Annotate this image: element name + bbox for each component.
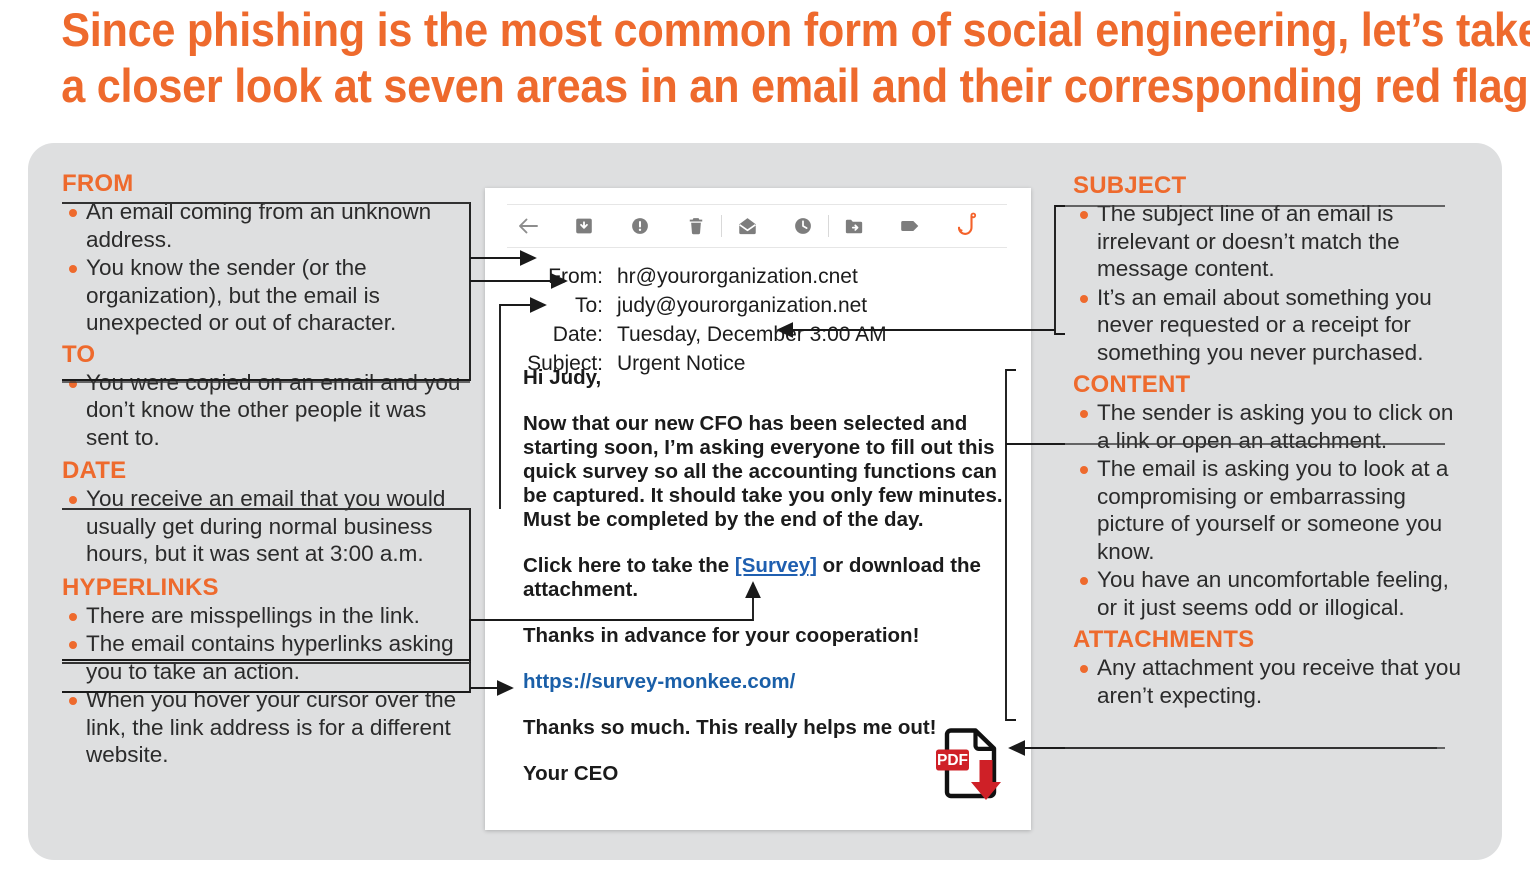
email-header-date: Date: Tuesday, December 3:00 AM: [521, 320, 1021, 349]
bullet-list-attachments: Any attachment you receive that you aren…: [1073, 654, 1465, 709]
cta-text-before: Click here to take the: [523, 554, 735, 577]
pdf-download-icon[interactable]: PDF: [934, 728, 1006, 803]
section-from: FROM An email coming from an unknown add…: [62, 170, 462, 337]
bullet-list-subject: The subject line of an email is irreleva…: [1073, 200, 1465, 366]
email-toolbar: [507, 204, 1007, 248]
list-item: The sender is asking you to click on a l…: [1073, 399, 1465, 454]
date-label: Date:: [552, 323, 603, 346]
section-heading-hyperlinks: HYPERLINKS: [62, 573, 219, 601]
bullet-list-hyperlinks: There are misspellings in the link. The …: [62, 602, 462, 769]
survey-link[interactable]: [Survey]: [735, 554, 817, 577]
section-subject: SUBJECT The subject line of an email is …: [1073, 172, 1465, 366]
to-value: judy@yourorganization.net: [617, 294, 868, 317]
delete-icon[interactable]: [675, 205, 717, 247]
right-callout-column: SUBJECT The subject line of an email is …: [1073, 172, 1465, 709]
title-line-1: Since phishing is the most common form o…: [61, 3, 1530, 56]
email-url-link-paragraph: https://survey-monkee.com/: [523, 670, 1005, 694]
list-item: There are misspellings in the link.: [62, 602, 462, 630]
report-spam-icon[interactable]: [619, 205, 661, 247]
list-item: It’s an email about something you never …: [1073, 284, 1465, 367]
bullet-list-from: An email coming from an unknown address.…: [62, 198, 462, 337]
list-item: The email is asking you to look at a com…: [1073, 455, 1465, 565]
section-to: TO You were copied on an email and you d…: [62, 341, 462, 452]
label-tag-icon[interactable]: [889, 205, 931, 247]
list-item: You were copied on an email and you don’…: [62, 369, 462, 452]
email-paragraph-1: Now that our new CFO has been selected a…: [523, 412, 1003, 531]
list-item: An email coming from an unknown address.: [62, 198, 462, 253]
title-line-2: a closer look at seven areas in an email…: [61, 59, 1530, 112]
email-header-to: To: judy@yourorganization.net: [521, 291, 1021, 320]
list-item: Any attachment you receive that you aren…: [1073, 654, 1465, 709]
email-signature: Your CEO: [523, 762, 619, 785]
from-label: From:: [548, 265, 603, 288]
email-client-mockup: From: hr@yourorganization.cnet To: judy@…: [485, 188, 1031, 830]
back-arrow-icon[interactable]: [507, 205, 549, 247]
toolbar-separator: [721, 215, 722, 237]
list-item: The subject line of an email is irreleva…: [1073, 200, 1465, 283]
email-body: Hi Judy, Now that our new CFO has been s…: [523, 366, 1005, 808]
pdf-badge-label: PDF: [937, 752, 968, 769]
email-thanks-2: Thanks so much. This really helps me out…: [523, 716, 937, 739]
section-date: DATE You receive an email that you would…: [62, 457, 462, 568]
section-heading-subject: SUBJECT: [1073, 172, 1187, 199]
archive-icon[interactable]: [563, 205, 605, 247]
list-item: You know the sender (or the organization…: [62, 254, 462, 337]
email-header-from: From: hr@yourorganization.cnet: [521, 262, 1021, 291]
email-greeting: Hi Judy,: [523, 366, 602, 389]
email-cta-paragraph: Click here to take the [Survey] or downl…: [523, 554, 1005, 602]
page-title: Since phishing is the most common form o…: [61, 2, 1530, 114]
toolbar-separator: [828, 215, 829, 237]
left-callout-column: FROM An email coming from an unknown add…: [62, 170, 462, 769]
bullet-list-date: You receive an email that you would usua…: [62, 485, 462, 568]
from-value: hr@yourorganization.cnet: [617, 265, 858, 288]
section-attachments: ATTACHMENTS Any attachment you receive t…: [1073, 626, 1465, 709]
list-item: When you hover your cursor over the link…: [62, 686, 462, 769]
mark-unread-icon[interactable]: [726, 205, 768, 247]
email-headers: From: hr@yourorganization.cnet To: judy@…: [521, 262, 1021, 378]
bullet-list-to: You were copied on an email and you don’…: [62, 369, 462, 452]
survey-monkee-url-link[interactable]: https://survey-monkee.com/: [523, 670, 795, 693]
move-to-folder-icon[interactable]: [833, 205, 875, 247]
section-content: CONTENT The sender is asking you to clic…: [1073, 371, 1465, 621]
section-heading-to: TO: [62, 340, 96, 368]
section-heading-attachments: ATTACHMENTS: [1073, 626, 1255, 653]
bullet-list-content: The sender is asking you to click on a l…: [1073, 399, 1465, 621]
section-heading-date: DATE: [62, 457, 127, 484]
date-value: Tuesday, December 3:00 AM: [617, 323, 887, 346]
list-item: You have an uncomfortable feeling, or it…: [1073, 566, 1465, 621]
list-item: The email contains hyperlinks asking you…: [62, 630, 462, 685]
phishing-hook-icon[interactable]: [945, 205, 987, 247]
to-label: To:: [574, 294, 603, 317]
section-heading-content: CONTENT: [1073, 371, 1191, 398]
email-thanks-1: Thanks in advance for your cooperation!: [523, 624, 920, 647]
list-item: You receive an email that you would usua…: [62, 485, 462, 568]
section-heading-from: FROM: [62, 170, 134, 197]
section-hyperlinks: HYPERLINKS There are misspellings in the…: [62, 574, 462, 769]
snooze-clock-icon[interactable]: [782, 205, 824, 247]
